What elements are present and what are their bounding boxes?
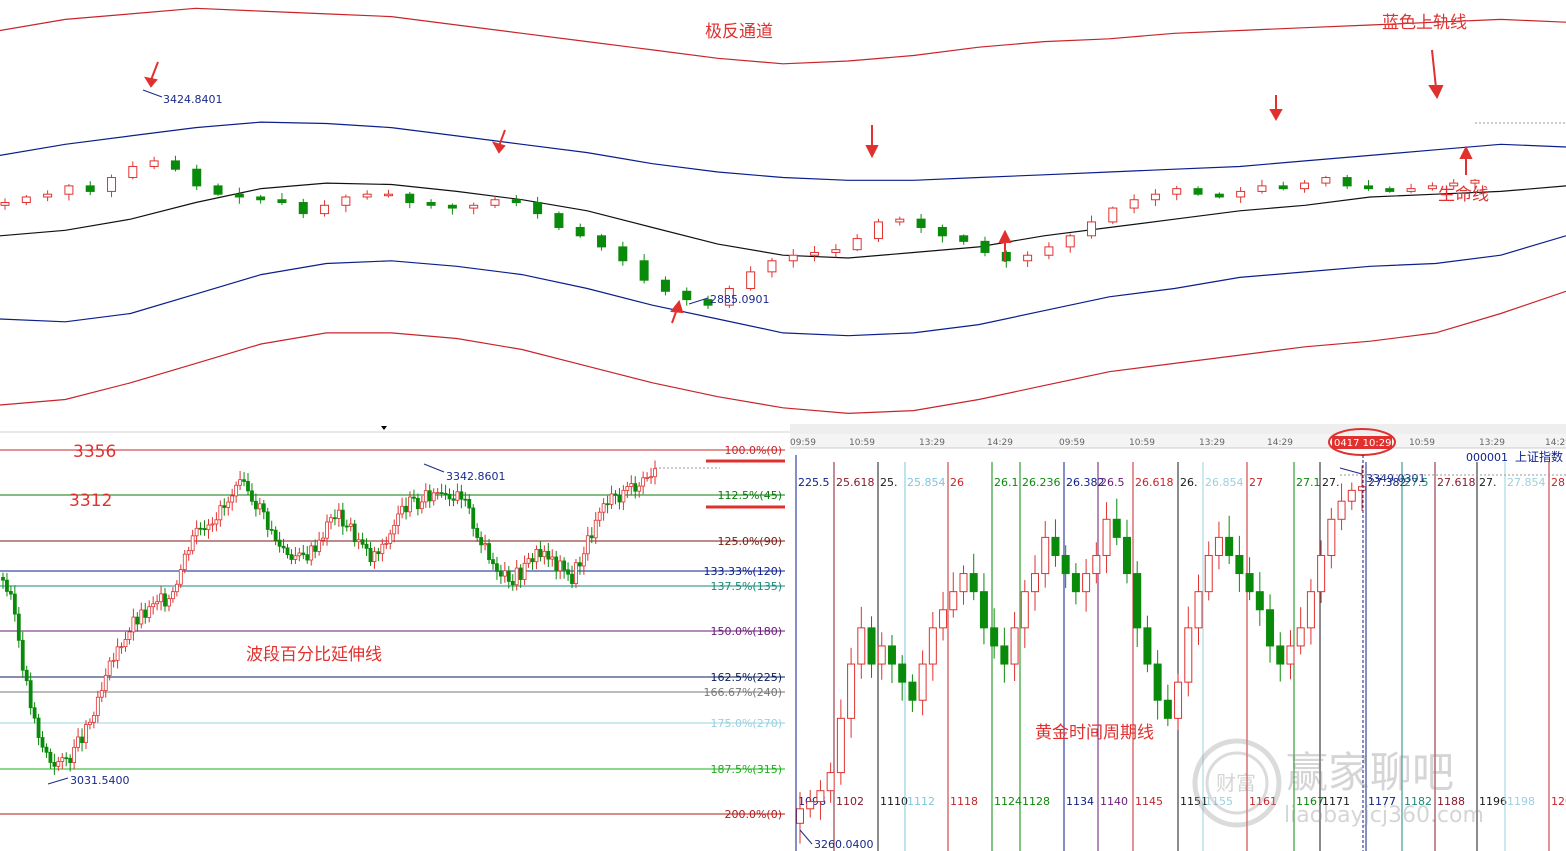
time-tick: 14:29 xyxy=(1267,438,1293,448)
cycle-ratio-label: 26.618 xyxy=(1135,476,1174,489)
fib-level-label: 166.67%(240) xyxy=(703,686,782,699)
time-tick: 09:59 xyxy=(1059,438,1085,448)
cycle-ratio-label: 25.618 xyxy=(836,476,875,489)
cycle-ratio-label: 26.382 xyxy=(1066,476,1105,489)
cycle-id-label: 1128 xyxy=(1022,795,1050,808)
index-code: 000001 xyxy=(1466,451,1508,464)
cycle-ratio-label: 26.236 xyxy=(1022,476,1061,489)
fib-level-label: 133.33%(120) xyxy=(703,565,782,578)
highlight-time: 0417 10:29 xyxy=(1334,438,1391,449)
life-line-label: 生命线 xyxy=(1438,185,1489,205)
cycle-id-label: 1118 xyxy=(950,795,978,808)
time-tick: 13:29 xyxy=(1199,438,1225,448)
fib-level-label: 125.0%(90) xyxy=(717,535,782,548)
time-tick: 14:29 xyxy=(1545,438,1566,448)
fib-extension-label: 波段百分比延伸线 xyxy=(246,645,382,665)
cycle-ratio-label: 25. xyxy=(880,476,898,489)
cycle-ratio-label: 28 xyxy=(1551,476,1565,489)
candle xyxy=(574,559,578,589)
price-label-low: 2885.0901 xyxy=(710,293,770,306)
time-tick: 13:29 xyxy=(1479,438,1505,448)
cycle-ratio-label: 225.5 xyxy=(798,476,830,489)
cycle-id-label: 1102 xyxy=(836,795,864,808)
watermark-brand: 赢家聊吧 xyxy=(1286,748,1454,797)
candle xyxy=(873,218,883,242)
fib-level-label: 112.5%(45) xyxy=(717,489,782,502)
index-name: 上证指数 xyxy=(1515,449,1563,464)
time-tick: 09:59 xyxy=(790,438,816,448)
cycle-ratio-label: 27 xyxy=(1249,476,1263,489)
price-label-3349: 3349.0301 xyxy=(1366,472,1426,485)
price-label-high: 3424.8401 xyxy=(163,93,223,106)
cycle-id-label: 120 xyxy=(1551,795,1566,808)
chart-canvas: 3424.8401 2885.0901 极反通道 蓝色上轨线 生命线 100.0… xyxy=(0,0,1566,851)
time-tick: 13:29 xyxy=(919,438,945,448)
extreme-channel-label: 极反通道 xyxy=(705,22,773,42)
cycle-ratio-label: 27. xyxy=(1479,476,1497,489)
candle xyxy=(554,211,564,231)
time-axis-bar xyxy=(790,434,1566,448)
golden-time-label: 黄金时间周期线 xyxy=(1035,723,1154,743)
price-label-3342: 3342.8601 xyxy=(446,470,506,483)
cycle-ratio-label: 26 xyxy=(950,476,964,489)
cycle-id-label: 1145 xyxy=(1135,795,1163,808)
cycle-id-label: 1140 xyxy=(1100,795,1128,808)
cycle-ratio-label: 26.854 xyxy=(1205,476,1244,489)
cycle-ratio-label: 27.618 xyxy=(1437,476,1476,489)
cycle-id-label: 1134 xyxy=(1066,795,1094,808)
time-tick: 10:59 xyxy=(1129,438,1155,448)
fib-level-label: 137.5%(135) xyxy=(710,580,782,593)
level-3312-label: 3312 xyxy=(69,491,112,511)
cycle-ratio-label: 27.854 xyxy=(1507,476,1546,489)
cycle-id-label: 1198 xyxy=(1507,795,1535,808)
fib-level-label: 100.0%(0) xyxy=(724,444,782,457)
price-label-3031: 3031.5400 xyxy=(70,774,130,787)
time-tick: 10:59 xyxy=(1409,438,1435,448)
time-tick: 10:59 xyxy=(849,438,875,448)
fib-level-label: 162.5%(225) xyxy=(710,671,782,684)
fib-level-label: 150.0%(180) xyxy=(710,625,782,638)
watermark-seal-text: 财富 xyxy=(1216,771,1256,795)
cycle-id-label: 1124 xyxy=(994,795,1022,808)
fib-level-label: 175.0%(270) xyxy=(710,717,782,730)
candle xyxy=(1108,206,1118,225)
cycle-id-label: 1112 xyxy=(907,795,935,808)
level-3356-label: 3356 xyxy=(73,442,116,462)
cycle-ratio-label: 26.5 xyxy=(1100,476,1125,489)
cycle-ratio-label: 27.1 xyxy=(1296,476,1321,489)
blue-upper-label: 蓝色上轨线 xyxy=(1382,13,1467,33)
fib-level-label: 187.5%(315) xyxy=(710,763,782,776)
price-label-3260: 3260.0400 xyxy=(814,838,874,851)
toolbar-strip xyxy=(790,424,1566,434)
time-tick: 14:29 xyxy=(987,438,1013,448)
fib-level-label: 200.0%(0) xyxy=(724,808,782,821)
cycle-ratio-label: 27. xyxy=(1322,476,1340,489)
cycle-id-label: 1110 xyxy=(880,795,908,808)
watermark-url: liaobayjcj360.com xyxy=(1284,803,1484,828)
cycle-ratio-label: 26. xyxy=(1180,476,1198,489)
cycle-ratio-label: 25.854 xyxy=(907,476,946,489)
cycle-ratio-label: 26.1 xyxy=(994,476,1019,489)
